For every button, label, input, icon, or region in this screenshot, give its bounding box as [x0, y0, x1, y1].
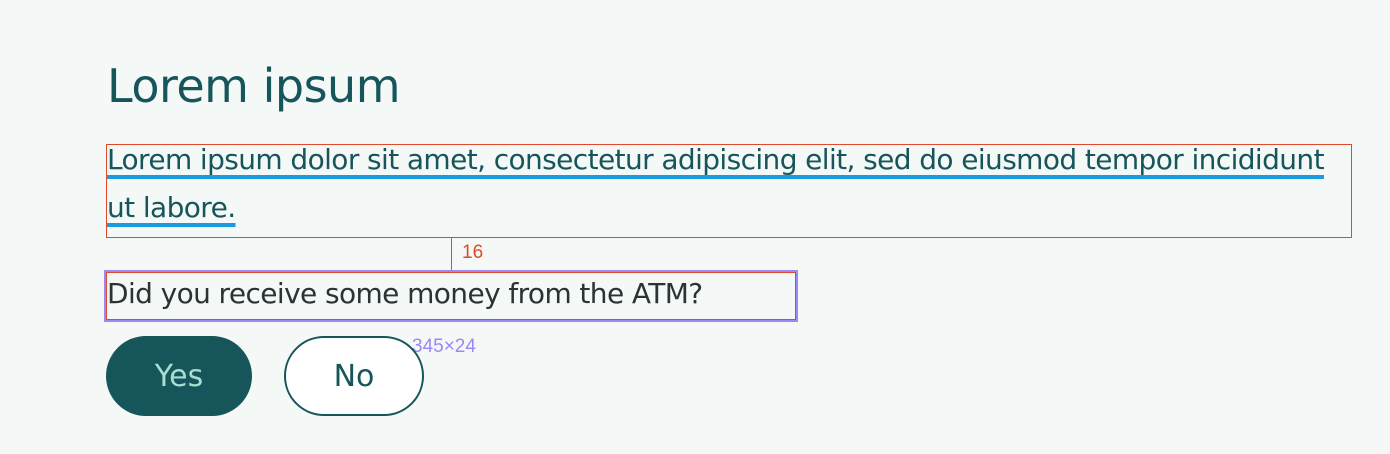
spacing-measure-label: 16 — [462, 242, 484, 263]
page: Lorem ipsum Lorem ipsum dolor sit amet, … — [0, 0, 1390, 454]
yes-button[interactable]: Yes — [106, 336, 252, 416]
intro-link-paragraph[interactable]: Lorem ipsum dolor sit amet, consectetur … — [107, 136, 1337, 232]
size-measure-label: 345×24 — [412, 336, 476, 357]
no-button[interactable]: No — [284, 336, 424, 416]
spacing-measure-line — [451, 238, 452, 270]
page-title: Lorem ipsum — [107, 59, 401, 113]
intro-link-text[interactable]: Lorem ipsum dolor sit amet, consectetur … — [107, 143, 1325, 224]
question-text: Did you receive some money from the ATM? — [107, 277, 703, 310]
